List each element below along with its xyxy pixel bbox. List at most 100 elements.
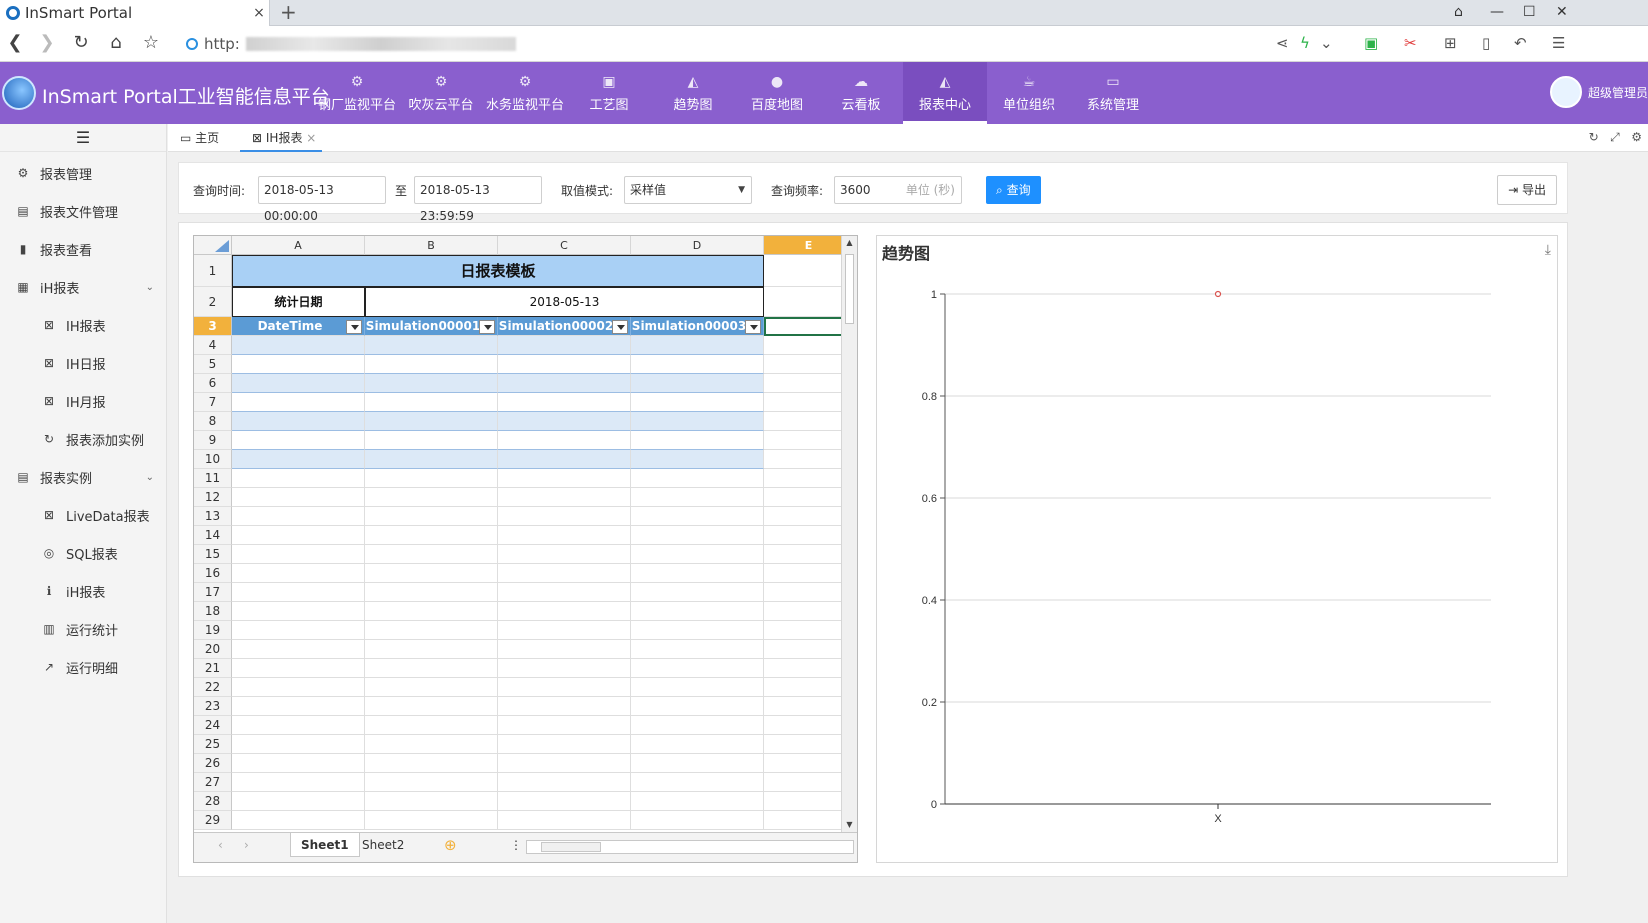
dropdown-chevron-icon[interactable]: ⌄ xyxy=(1320,34,1333,52)
grid-cell[interactable] xyxy=(365,393,498,412)
column-header[interactable]: A xyxy=(232,236,365,255)
row-header[interactable]: 10 xyxy=(194,450,232,469)
filter-dropdown-icon[interactable] xyxy=(745,320,761,334)
nav-item-1[interactable]: ⚙ 吹灰云平台 xyxy=(399,62,483,124)
grid-cell[interactable] xyxy=(631,583,764,602)
row-header[interactable]: 17 xyxy=(194,583,232,602)
sidebar-item-6[interactable]: ⊠ IH月报 xyxy=(0,382,166,420)
grid-cell[interactable] xyxy=(232,697,365,716)
grid-cell[interactable] xyxy=(232,526,365,545)
grid-cell[interactable] xyxy=(232,659,365,678)
stat-date-value[interactable]: 2018-05-13 xyxy=(365,287,764,317)
column-header[interactable]: D xyxy=(631,236,764,255)
hscroll-thumb[interactable] xyxy=(541,842,601,852)
grid-cell[interactable] xyxy=(365,773,498,792)
grid-cell[interactable] xyxy=(365,336,498,355)
grid-cell[interactable] xyxy=(498,564,631,583)
sidebar-item-3[interactable]: ▦ iH报表 ⌄ xyxy=(0,268,166,306)
row-header[interactable]: 19 xyxy=(194,621,232,640)
scroll-down-icon[interactable]: ▼ xyxy=(842,818,857,832)
scroll-thumb[interactable] xyxy=(845,254,854,324)
grid-cell[interactable] xyxy=(498,640,631,659)
sidebar-toggle-icon[interactable]: ☰ xyxy=(0,124,166,152)
grid-cell[interactable] xyxy=(631,336,764,355)
grid-cell[interactable] xyxy=(498,507,631,526)
grid-cell[interactable] xyxy=(365,564,498,583)
grid-cell[interactable] xyxy=(631,450,764,469)
tablet-icon[interactable]: ▯ xyxy=(1482,34,1490,52)
sidebar-item-10[interactable]: ◎ SQL报表 xyxy=(0,534,166,572)
grid-cell[interactable] xyxy=(365,488,498,507)
scroll-up-icon[interactable]: ▲ xyxy=(842,236,857,250)
sidebar-item-2[interactable]: ▮ 报表查看 xyxy=(0,230,166,268)
grid-cell[interactable] xyxy=(498,336,631,355)
sheet-next-icon[interactable]: › xyxy=(234,833,259,857)
grid-cell[interactable] xyxy=(631,431,764,450)
grid-cell[interactable] xyxy=(498,735,631,754)
grid-cell[interactable] xyxy=(498,811,631,830)
grid-cell[interactable] xyxy=(232,602,365,621)
row-header[interactable]: 7 xyxy=(194,393,232,412)
table-header-cell[interactable]: Simulation00002 xyxy=(498,317,631,336)
report-title[interactable]: 日报表模板 xyxy=(232,255,764,287)
nav-item-8[interactable]: ☕ 单位组织 xyxy=(987,62,1071,124)
sidebar-item-0[interactable]: ⚙ 报表管理 xyxy=(0,154,166,192)
sidebar-item-13[interactable]: ↗ 运行明细 xyxy=(0,648,166,686)
export-button[interactable]: ⇥ 导出 xyxy=(1497,175,1557,205)
nav-item-2[interactable]: ⚙ 水务监视平台 xyxy=(483,62,567,124)
nav-item-0[interactable]: ⚙ 钢厂监视平台 xyxy=(315,62,399,124)
grid-cell[interactable] xyxy=(365,545,498,564)
maximize-button[interactable]: ☐ xyxy=(1523,0,1536,26)
grid-cell[interactable] xyxy=(631,393,764,412)
sidebar-item-5[interactable]: ⊠ IH日报 xyxy=(0,344,166,382)
row-header[interactable]: 6 xyxy=(194,374,232,393)
grid-cell[interactable] xyxy=(232,431,365,450)
minimize-button[interactable]: — xyxy=(1490,0,1504,26)
grid-cell[interactable] xyxy=(631,602,764,621)
row-header[interactable]: 12 xyxy=(194,488,232,507)
grid-cell[interactable] xyxy=(232,640,365,659)
row-header[interactable]: 27 xyxy=(194,773,232,792)
grid-cell[interactable] xyxy=(232,773,365,792)
fullscreen-icon[interactable]: ⤢ xyxy=(1610,130,1620,144)
chevron-down-icon[interactable]: ⌄ xyxy=(146,472,154,483)
refresh-tab-icon[interactable]: ↻ xyxy=(1589,130,1599,144)
translate-icon[interactable]: ▣ xyxy=(1364,34,1378,52)
grid-cell[interactable] xyxy=(232,754,365,773)
grid-cell[interactable] xyxy=(498,659,631,678)
grid-cell[interactable] xyxy=(631,374,764,393)
grid-cell[interactable] xyxy=(365,431,498,450)
grid-cell[interactable] xyxy=(631,621,764,640)
row-header[interactable]: 16 xyxy=(194,564,232,583)
start-time-input[interactable]: 2018-05-13 00:00:00 xyxy=(258,176,386,223)
tab-close-icon[interactable]: × xyxy=(306,131,316,145)
nav-item-6[interactable]: ☁ 云看板 xyxy=(819,62,903,124)
grid-cell[interactable] xyxy=(631,678,764,697)
grid-cell[interactable] xyxy=(365,640,498,659)
grid-cell[interactable] xyxy=(631,469,764,488)
filter-dropdown-icon[interactable] xyxy=(612,320,628,334)
tab-ih-report[interactable]: ⊠ IH报表 × xyxy=(240,124,322,152)
grid-cell[interactable] xyxy=(498,545,631,564)
grid-cell[interactable] xyxy=(498,697,631,716)
grid-cell[interactable] xyxy=(232,393,365,412)
nav-item-5[interactable]: ● 百度地图 xyxy=(735,62,819,124)
grid-cell[interactable] xyxy=(365,754,498,773)
freq-input[interactable]: 3600 单位 (秒) xyxy=(834,176,962,204)
row-header[interactable]: 14 xyxy=(194,526,232,545)
close-window-button[interactable]: ✕ xyxy=(1556,0,1568,26)
row-header[interactable]: 24 xyxy=(194,716,232,735)
grid-cell[interactable] xyxy=(631,564,764,583)
tab-home[interactable]: ▭ 主页 xyxy=(180,124,219,152)
grid-cell[interactable] xyxy=(631,792,764,811)
grid-cell[interactable] xyxy=(498,754,631,773)
grid-cell[interactable] xyxy=(365,811,498,830)
new-tab-button[interactable]: + xyxy=(280,0,297,26)
add-sheet-icon[interactable]: ⊕ xyxy=(434,833,467,857)
grid-cell[interactable] xyxy=(365,583,498,602)
row-header[interactable]: 15 xyxy=(194,545,232,564)
end-time-input[interactable]: 2018-05-13 23:59:59 xyxy=(414,176,542,223)
gear-icon[interactable]: ⚙ xyxy=(1631,130,1642,144)
grid-cell[interactable] xyxy=(631,488,764,507)
grid-cell[interactable] xyxy=(498,412,631,431)
